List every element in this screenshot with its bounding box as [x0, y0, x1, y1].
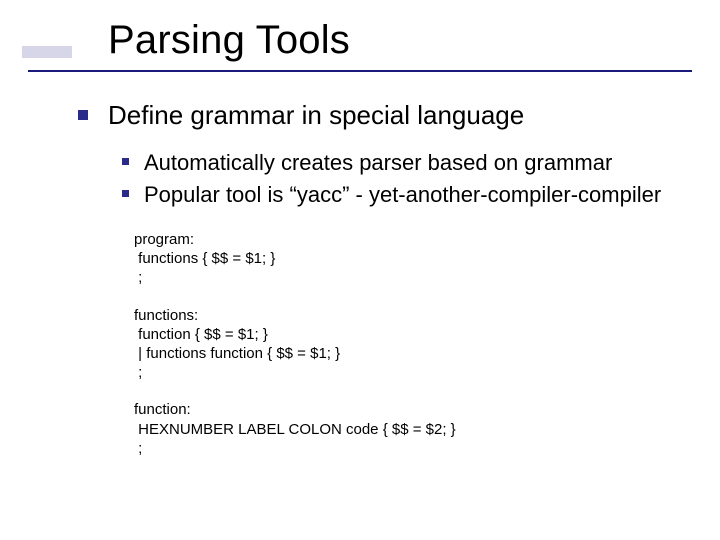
- code-segment: functions: function { $$ = $1; } | funct…: [134, 306, 688, 383]
- code-line: program:: [134, 230, 688, 249]
- code-line: functions { $$ = $1; }: [134, 249, 688, 268]
- title-underline: [28, 70, 692, 72]
- bullet-level2-text: Automatically creates parser based on gr…: [144, 150, 612, 175]
- square-bullet-icon: [122, 190, 129, 197]
- code-block: program: functions { $$ = $1; } ; functi…: [134, 230, 688, 458]
- code-line: HEXNUMBER LABEL COLON code { $$ = $2; }: [134, 420, 688, 439]
- corner-accent: [22, 46, 72, 58]
- code-line: function:: [134, 400, 688, 419]
- slide-title: Parsing Tools: [108, 18, 350, 63]
- bullet-level2: Automatically creates parser based on gr…: [144, 149, 688, 177]
- code-segment: function: HEXNUMBER LABEL COLON code { $…: [134, 400, 688, 458]
- code-line: ;: [134, 439, 688, 458]
- code-segment: program: functions { $$ = $1; } ;: [134, 230, 688, 288]
- sub-bullets: Automatically creates parser based on gr…: [144, 149, 688, 208]
- slide: Parsing Tools Define grammar in special …: [0, 0, 720, 540]
- bullet-level1-text: Define grammar in special language: [108, 100, 524, 130]
- bullet-level2-text: Popular tool is “yacc” - yet-another-com…: [144, 182, 661, 207]
- slide-body: Define grammar in special language Autom…: [108, 100, 688, 476]
- code-line: functions:: [134, 306, 688, 325]
- code-line: | functions function { $$ = $1; }: [134, 344, 688, 363]
- square-bullet-icon: [78, 110, 88, 120]
- code-line: function { $$ = $1; }: [134, 325, 688, 344]
- code-line: ;: [134, 268, 688, 287]
- bullet-level2: Popular tool is “yacc” - yet-another-com…: [144, 181, 688, 209]
- square-bullet-icon: [122, 158, 129, 165]
- code-line: ;: [134, 363, 688, 382]
- bullet-level1: Define grammar in special language: [108, 100, 688, 131]
